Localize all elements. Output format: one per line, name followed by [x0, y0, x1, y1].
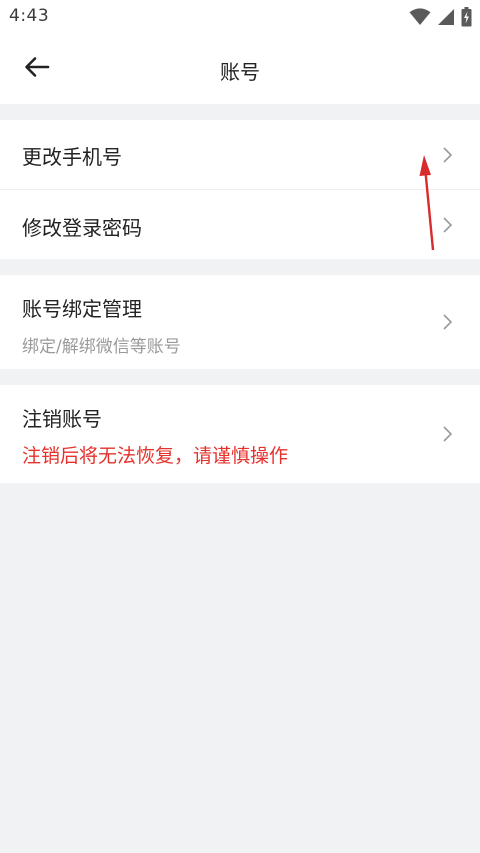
page-title: 账号: [220, 60, 260, 84]
status-icons: [409, 7, 472, 31]
battery-charging-icon: [461, 7, 472, 31]
nav-bar: 账号: [0, 34, 480, 104]
change-password-label: 修改登录密码: [22, 216, 142, 240]
change-password-row[interactable]: 修改登录密码: [0, 189, 480, 259]
account-binding-row[interactable]: 账号绑定管理 绑定/解绑微信等账号: [0, 275, 480, 369]
account-binding-subtitle: 绑定/解绑微信等账号: [22, 337, 181, 357]
chevron-right-icon: [442, 146, 454, 164]
change-phone-label: 更改手机号: [22, 145, 122, 169]
cancel-account-label: 注销账号: [22, 407, 102, 431]
chevron-right-icon: [442, 216, 454, 234]
status-time: 4:43: [9, 6, 50, 26]
section-divider: [0, 259, 480, 275]
cancel-account-group: 注销账号 注销后将无法恢复，请谨慎操作: [0, 385, 480, 483]
security-settings-group: 更改手机号 修改登录密码: [0, 120, 480, 259]
signal-icon: [437, 8, 455, 30]
section-divider: [0, 104, 480, 120]
account-binding-group: 账号绑定管理 绑定/解绑微信等账号: [0, 275, 480, 369]
cancel-account-warning: 注销后将无法恢复，请谨慎操作: [22, 445, 289, 467]
wifi-icon: [409, 8, 431, 30]
chevron-right-icon: [442, 313, 454, 331]
section-divider: [0, 369, 480, 385]
account-binding-label: 账号绑定管理: [22, 297, 142, 321]
change-phone-row[interactable]: 更改手机号: [0, 120, 480, 189]
cancel-account-row[interactable]: 注销账号 注销后将无法恢复，请谨慎操作: [0, 385, 480, 483]
status-bar: 4:43: [0, 0, 480, 34]
chevron-right-icon: [442, 425, 454, 443]
